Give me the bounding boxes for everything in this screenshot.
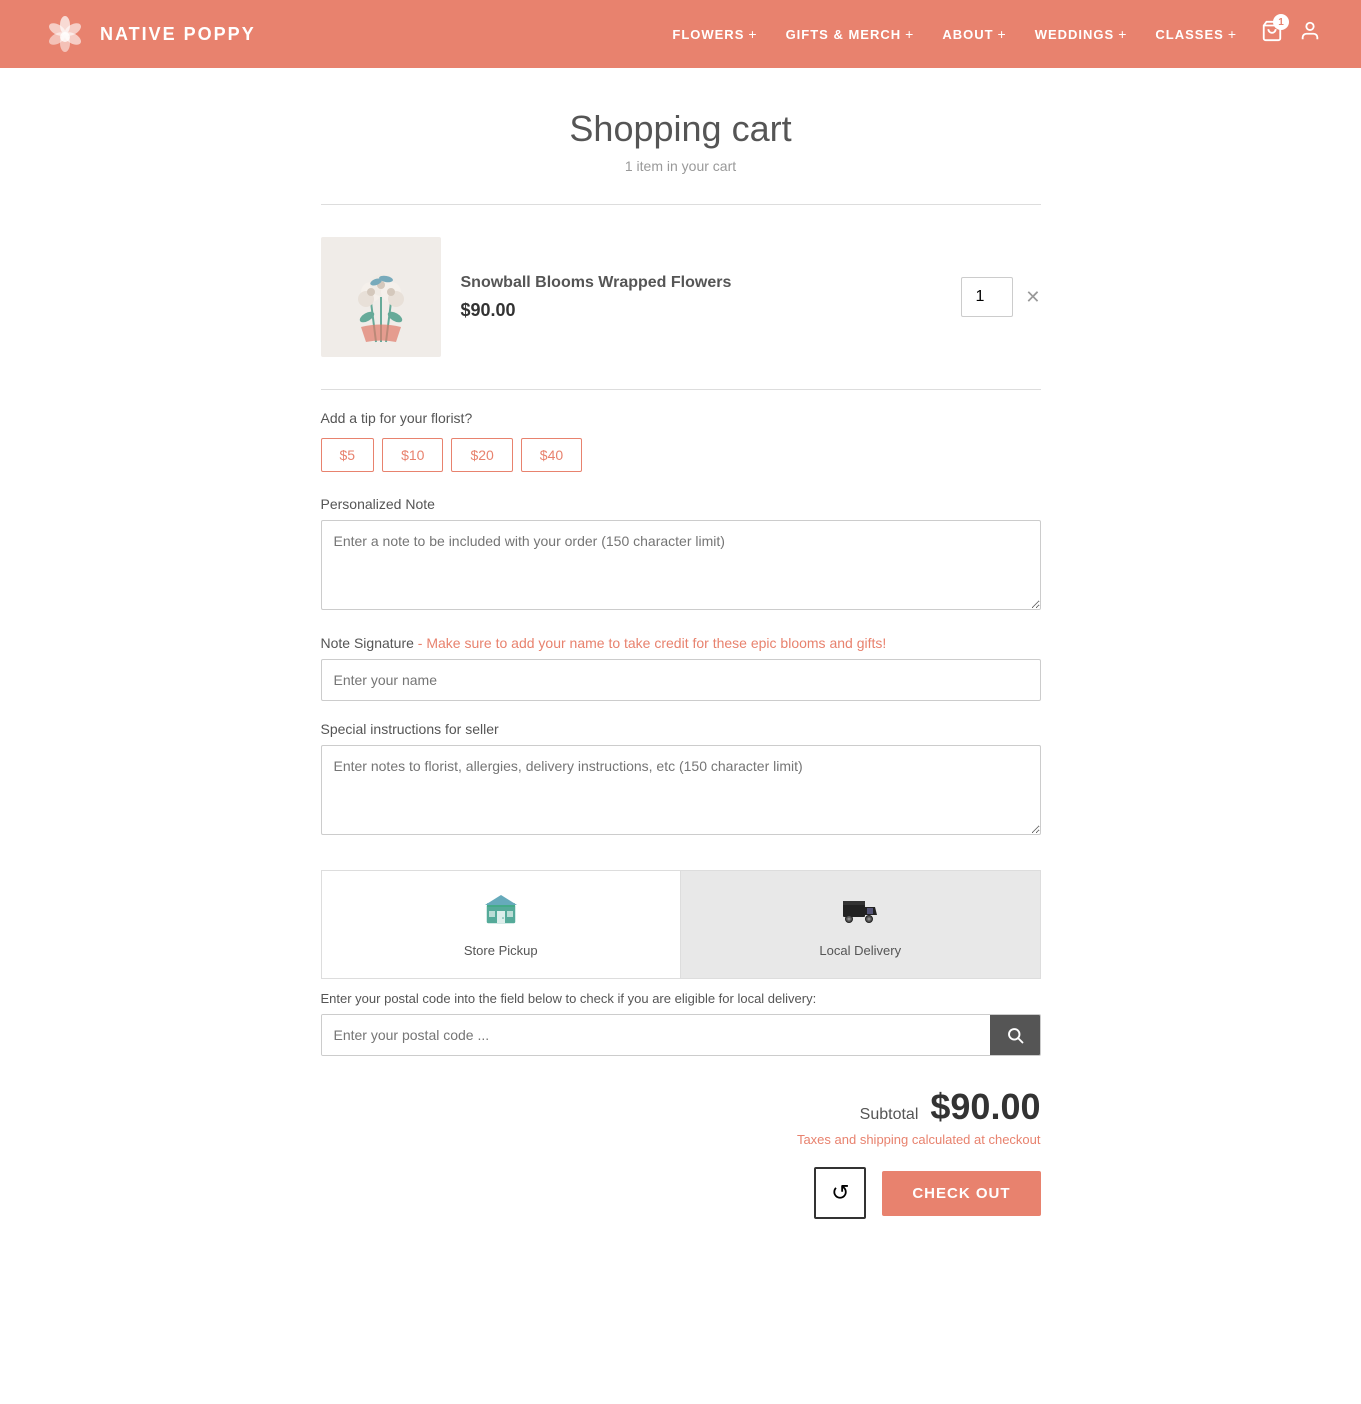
- actions-row: ↺ CHECK OUT: [321, 1167, 1041, 1219]
- product-image: [321, 237, 441, 357]
- postal-note: Enter your postal code into the field be…: [321, 991, 1041, 1006]
- postal-code-input[interactable]: [322, 1015, 990, 1055]
- product-price: $90.00: [461, 300, 962, 321]
- divider-mid: [321, 389, 1041, 390]
- cart-button[interactable]: 1: [1261, 20, 1283, 48]
- tax-note: Taxes and shipping calculated at checkou…: [321, 1132, 1041, 1147]
- item-controls: ✕: [961, 277, 1040, 317]
- subtotal-amount: $90.00: [930, 1086, 1040, 1128]
- refresh-icon: ↺: [831, 1180, 849, 1206]
- logo-text: NativE POPPY: [100, 24, 256, 45]
- nav-flowers[interactable]: FLOWERS +: [672, 26, 757, 42]
- note-signature-label: Note Signature - Make sure to add your n…: [321, 635, 1041, 651]
- header: NativE POPPY FLOWERS + GIFTS & MERCH + A…: [0, 0, 1361, 68]
- product-info: Snowball Blooms Wrapped Flowers $90.00: [461, 274, 962, 321]
- nav-about[interactable]: ABOUT +: [942, 26, 1006, 42]
- postal-input-wrap: [321, 1014, 1041, 1056]
- weddings-plus-icon: +: [1118, 26, 1127, 42]
- logo[interactable]: NativE POPPY: [40, 9, 256, 59]
- remove-item-button[interactable]: ✕: [1025, 287, 1040, 308]
- tip-20-button[interactable]: $20: [451, 438, 512, 472]
- delivery-options: Store Pickup Local Delivery: [321, 870, 1041, 979]
- refresh-button[interactable]: ↺: [814, 1167, 866, 1219]
- account-button[interactable]: [1299, 20, 1321, 48]
- main-nav: FLOWERS + GIFTS & MERCH + ABOUT + WEDDIN…: [672, 26, 1237, 42]
- note-signature-input[interactable]: [321, 659, 1041, 701]
- special-instructions-label: Special instructions for seller: [321, 721, 1041, 737]
- note-signature-highlight: - Make sure to add your name to take cre…: [414, 635, 886, 651]
- tip-40-button[interactable]: $40: [521, 438, 582, 472]
- cart-count: 1: [1273, 14, 1289, 30]
- gifts-plus-icon: +: [905, 26, 914, 42]
- cart-item: Snowball Blooms Wrapped Flowers $90.00 ✕: [321, 221, 1041, 373]
- personalized-note-label: Personalized Note: [321, 496, 1041, 512]
- nav-gifts[interactable]: GIFTS & MERCH +: [786, 26, 915, 42]
- divider-top: [321, 204, 1041, 205]
- tip-options: $5 $10 $20 $40: [321, 438, 1041, 472]
- tip-label: Add a tip for your florist?: [321, 410, 1041, 426]
- store-pickup-icon: [483, 891, 519, 935]
- main-content: Shopping cart 1 item in your cart: [301, 68, 1061, 1299]
- subtotal-label: Subtotal: [860, 1106, 919, 1124]
- tip-5-button[interactable]: $5: [321, 438, 375, 472]
- local-delivery-option[interactable]: Local Delivery: [681, 871, 1040, 978]
- postal-search-button[interactable]: [990, 1015, 1040, 1055]
- nav-weddings[interactable]: WEDDINGS +: [1035, 26, 1128, 42]
- store-pickup-option[interactable]: Store Pickup: [322, 871, 681, 978]
- tip-10-button[interactable]: $10: [382, 438, 443, 472]
- personalized-note-input[interactable]: [321, 520, 1041, 610]
- subtotal-row: Subtotal $90.00: [321, 1086, 1041, 1128]
- quantity-input[interactable]: [961, 277, 1013, 317]
- classes-plus-icon: +: [1228, 26, 1237, 42]
- nav-classes[interactable]: CLASSES +: [1155, 26, 1237, 42]
- delivery-truck-icon: [841, 891, 879, 935]
- flowers-plus-icon: +: [748, 26, 757, 42]
- header-icons: 1: [1261, 20, 1321, 48]
- checkout-button[interactable]: CHECK OUT: [882, 1171, 1040, 1216]
- about-plus-icon: +: [998, 26, 1007, 42]
- search-icon: [1006, 1026, 1024, 1044]
- product-name: Snowball Blooms Wrapped Flowers: [461, 274, 962, 292]
- special-instructions-input[interactable]: [321, 745, 1041, 835]
- cart-subtitle: 1 item in your cart: [321, 158, 1041, 174]
- store-pickup-label: Store Pickup: [464, 943, 538, 958]
- page-title: Shopping cart: [321, 108, 1041, 150]
- local-delivery-label: Local Delivery: [819, 943, 901, 958]
